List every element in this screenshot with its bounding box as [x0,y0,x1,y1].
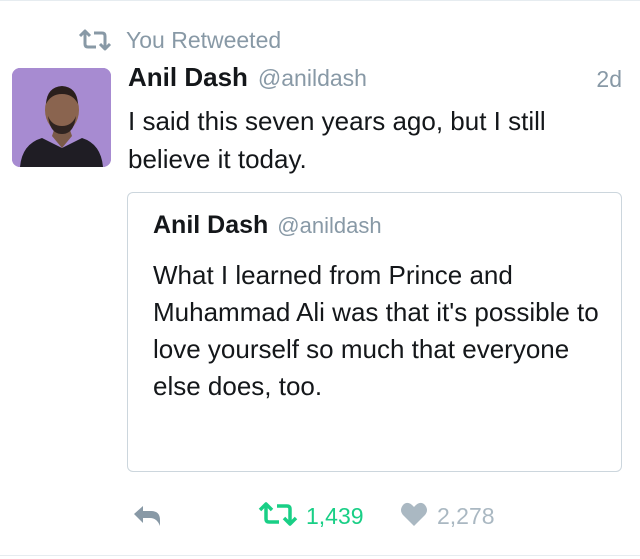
tweet-actions: 1,439 2,278 [0,500,640,534]
like-count: 2,278 [437,502,495,529]
bottom-divider [0,555,640,556]
reply-icon[interactable] [131,503,163,534]
retweet-context-label: You Retweeted [126,26,282,53]
retweet-button[interactable]: 1,439 [258,500,364,532]
quoted-tweet-text: What I learned from Prince and Muhammad … [153,260,599,401]
avatar[interactable] [12,68,111,167]
tweet-timestamp[interactable]: 2d [596,66,622,93]
author-handle[interactable]: @anildash [258,65,367,92]
retweet-count: 1,439 [306,502,364,529]
top-divider [0,0,640,1]
retweet-icon [78,29,112,51]
quoted-author-handle: @anildash [277,213,382,238]
tweet-author[interactable]: Anil Dash @anildash [128,62,367,98]
quoted-tweet-author: Anil Dash @anildash [153,211,382,240]
quoted-tweet-card[interactable]: Anil Dash @anildash What I learned from … [127,192,622,472]
heart-icon [400,501,428,532]
like-button[interactable]: 2,278 [400,500,495,532]
tweet-text: I said this seven years ago, but I still… [128,106,546,174]
retweet-context: You Retweeted [78,26,281,54]
author-name[interactable]: Anil Dash [128,62,248,93]
quoted-author-name: Anil Dash [153,211,269,239]
retweet-icon [258,501,298,532]
